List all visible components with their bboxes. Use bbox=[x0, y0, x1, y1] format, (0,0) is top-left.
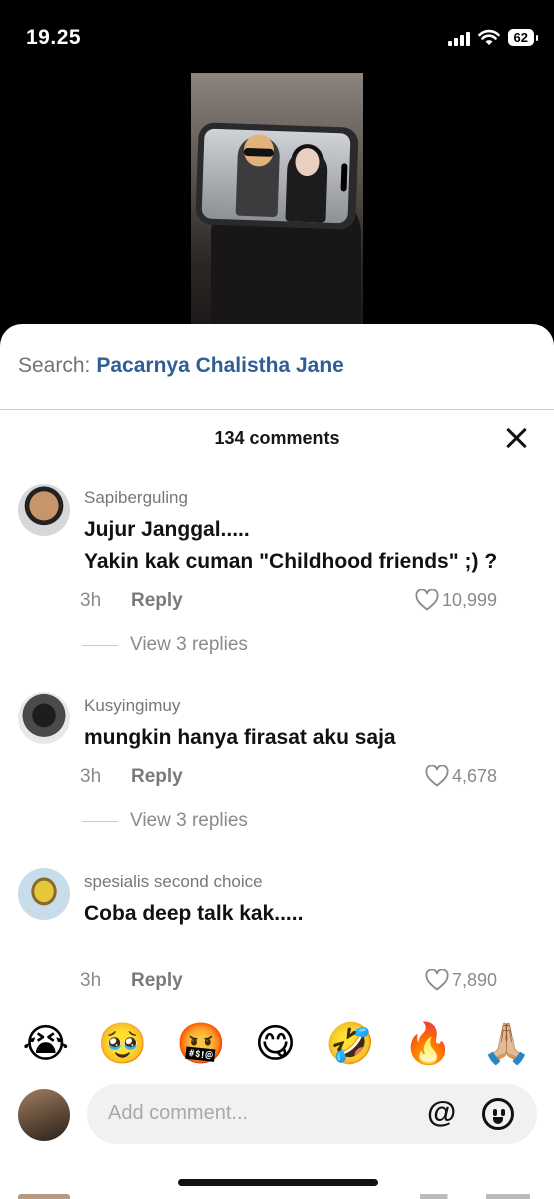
comment-text-line: Jujur Janggal..... bbox=[84, 518, 250, 541]
heart-icon bbox=[425, 765, 449, 787]
comment-username[interactable]: Sapiberguling bbox=[84, 488, 188, 508]
comment-text: mungkin hanya firasat aku saja bbox=[84, 722, 396, 754]
comment-time: 3h bbox=[80, 766, 102, 787]
status-indicators: 62 bbox=[447, 29, 539, 46]
emoji-rofl-button[interactable]: 🤣 bbox=[325, 1018, 375, 1070]
avatar bbox=[18, 1089, 70, 1141]
wifi-icon bbox=[477, 29, 500, 45]
search-suggestion[interactable]: Search: Pacarnya Chalistha Jane bbox=[18, 354, 344, 378]
like-button[interactable]: 7,890 bbox=[425, 969, 497, 991]
at-icon[interactable]: @ bbox=[427, 1096, 456, 1130]
comment-text: Coba deep talk kak..... bbox=[84, 898, 303, 930]
emoji-quick-bar: 😭 🥹 🤬 😋 🤣 🔥 🙏🏼 bbox=[0, 1018, 554, 1070]
emoji-fire-button[interactable]: 🔥 bbox=[403, 1018, 453, 1070]
like-count: 10,999 bbox=[441, 589, 497, 610]
emoji-icon[interactable] bbox=[482, 1098, 514, 1130]
emoji-cursing-button[interactable]: 🤬 bbox=[176, 1018, 226, 1070]
emoji-pray-button[interactable]: 🙏🏼 bbox=[482, 1018, 532, 1070]
comment-text-line: Yakin kak cuman "Childhood friends" ;) ? bbox=[84, 550, 498, 573]
battery-icon: 62 bbox=[507, 29, 539, 46]
reply-button[interactable]: Reply bbox=[131, 970, 183, 992]
like-count: 4,678 bbox=[451, 765, 497, 786]
search-prefix: Search: bbox=[18, 354, 91, 377]
reply-button[interactable]: Reply bbox=[131, 766, 183, 788]
home-indicator bbox=[178, 1179, 378, 1186]
close-icon[interactable] bbox=[504, 426, 528, 450]
avatar[interactable] bbox=[18, 484, 70, 536]
video-phone-screen bbox=[201, 128, 351, 224]
list-peek bbox=[18, 1194, 70, 1199]
comment-text-line: Coba deep talk kak..... bbox=[84, 902, 304, 925]
comment-input[interactable]: Add comment... @ bbox=[87, 1084, 537, 1144]
heart-icon bbox=[415, 589, 439, 611]
comments-count: 134 comments bbox=[214, 428, 340, 448]
emoji-crying-button[interactable]: 😭 bbox=[22, 1018, 69, 1070]
emoji-pleading-button[interactable]: 🥹 bbox=[98, 1018, 148, 1070]
emoji-yum-button[interactable]: 😋 bbox=[255, 1018, 297, 1070]
view-replies-button[interactable]: View 3 replies bbox=[82, 634, 248, 656]
video-player[interactable] bbox=[191, 73, 363, 325]
view-replies-label: View 3 replies bbox=[130, 634, 248, 655]
comment-text-line: mungkin hanya firasat aku saja bbox=[84, 726, 396, 749]
heart-icon bbox=[425, 969, 449, 991]
comment-input-placeholder: Add comment... bbox=[108, 1102, 249, 1124]
comment-username[interactable]: spesialis second choice bbox=[84, 872, 263, 892]
comment-text: Jujur Janggal..... Yakin kak cuman "Chil… bbox=[84, 514, 497, 578]
reply-button[interactable]: Reply bbox=[131, 590, 183, 612]
search-term[interactable]: Pacarnya Chalistha Jane bbox=[96, 354, 343, 377]
status-time: 19.25 bbox=[26, 26, 82, 49]
list-peek bbox=[420, 1194, 530, 1199]
like-button[interactable]: 10,999 bbox=[415, 589, 497, 611]
like-count: 7,890 bbox=[451, 969, 497, 990]
divider bbox=[82, 644, 118, 646]
comment-time: 3h bbox=[80, 590, 102, 611]
view-replies-label: View 3 replies bbox=[130, 810, 248, 831]
comment-time: 3h bbox=[80, 970, 102, 991]
comment-username[interactable]: Kusyingimuy bbox=[84, 696, 180, 716]
signal-icon bbox=[447, 30, 470, 46]
divider bbox=[0, 409, 554, 410]
divider bbox=[82, 820, 118, 822]
avatar[interactable] bbox=[18, 692, 70, 744]
like-button[interactable]: 4,678 bbox=[425, 765, 497, 787]
view-replies-button[interactable]: View 3 replies bbox=[82, 810, 248, 832]
avatar[interactable] bbox=[18, 868, 70, 920]
